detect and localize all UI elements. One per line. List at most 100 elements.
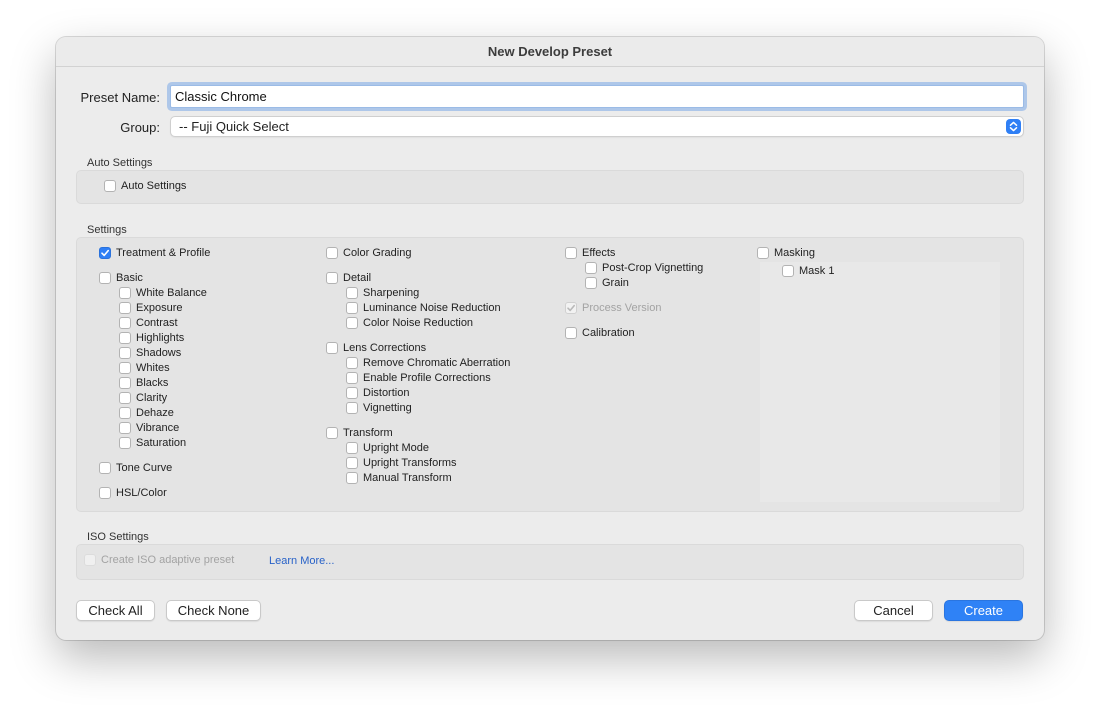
checkbox-manual-transform[interactable]: Manual Transform bbox=[346, 471, 452, 485]
cancel-button[interactable]: Cancel bbox=[854, 600, 933, 621]
check-all-button[interactable]: Check All bbox=[76, 600, 155, 621]
checkbox-box bbox=[346, 372, 358, 384]
group-select[interactable]: -- Fuji Quick Select bbox=[170, 116, 1024, 137]
checkbox-remove-chromatic-aberration[interactable]: Remove Chromatic Aberration bbox=[346, 356, 510, 370]
checkbox-label: Exposure bbox=[136, 302, 183, 314]
checkbox-label: Contrast bbox=[136, 317, 178, 329]
checkbox-box bbox=[84, 554, 96, 566]
checkbox-label: Clarity bbox=[136, 392, 168, 404]
checkbox-label: Treatment & Profile bbox=[116, 247, 211, 259]
checkbox-detail[interactable]: Detail bbox=[326, 271, 371, 285]
checkbox-vignetting[interactable]: Vignetting bbox=[346, 401, 412, 415]
checkbox-masking[interactable]: Masking bbox=[757, 246, 815, 260]
auto-settings-checkbox-label: Auto Settings bbox=[121, 180, 187, 192]
checkbox-box bbox=[326, 272, 338, 284]
checkbox-box bbox=[782, 265, 794, 277]
checkbox-box bbox=[326, 427, 338, 439]
checkbox-box bbox=[99, 247, 111, 259]
check-none-button[interactable]: Check None bbox=[166, 600, 261, 621]
checkbox-luminance-noise-reduction[interactable]: Luminance Noise Reduction bbox=[346, 301, 501, 315]
checkbox-mask-1[interactable]: Mask 1 bbox=[782, 264, 834, 278]
checkbox-contrast[interactable]: Contrast bbox=[119, 316, 178, 330]
checkbox-tone-curve[interactable]: Tone Curve bbox=[99, 461, 172, 475]
checkbox-box bbox=[119, 317, 131, 329]
checkbox-label: Calibration bbox=[582, 327, 635, 339]
checkbox-box bbox=[346, 317, 358, 329]
checkbox-clarity[interactable]: Clarity bbox=[119, 391, 167, 405]
checkbox-box bbox=[346, 357, 358, 369]
checkbox-label: Color Noise Reduction bbox=[363, 317, 474, 329]
checkbox-label: Mask 1 bbox=[799, 265, 835, 277]
checkbox-box bbox=[757, 247, 769, 259]
checkbox-label: Basic bbox=[116, 272, 143, 284]
checkbox-vibrance[interactable]: Vibrance bbox=[119, 421, 179, 435]
checkbox-grain[interactable]: Grain bbox=[585, 276, 629, 290]
checkbox-label: Vignetting bbox=[363, 402, 412, 414]
checkbox-exposure[interactable]: Exposure bbox=[119, 301, 182, 315]
checkbox-whites[interactable]: Whites bbox=[119, 361, 170, 375]
checkbox-process-version: Process Version bbox=[565, 301, 661, 315]
checkbox-transform[interactable]: Transform bbox=[326, 426, 393, 440]
checkbox-box bbox=[99, 272, 111, 284]
checkbox-label: Highlights bbox=[136, 332, 185, 344]
checkbox-box bbox=[326, 247, 338, 259]
checkbox-effects[interactable]: Effects bbox=[565, 246, 615, 260]
checkbox-basic[interactable]: Basic bbox=[99, 271, 143, 285]
checkbox-lens-corrections[interactable]: Lens Corrections bbox=[326, 341, 426, 355]
checkbox-box bbox=[119, 362, 131, 374]
checkbox-label: Transform bbox=[343, 427, 393, 439]
checkbox-sharpening[interactable]: Sharpening bbox=[346, 286, 419, 300]
checkbox-box bbox=[119, 347, 131, 359]
checkbox-color-noise-reduction[interactable]: Color Noise Reduction bbox=[346, 316, 473, 330]
group-select-value: -- Fuji Quick Select bbox=[179, 119, 289, 134]
checkbox-label: White Balance bbox=[136, 287, 207, 299]
checkbox-label: Upright Mode bbox=[363, 442, 430, 454]
checkbox-white-balance[interactable]: White Balance bbox=[119, 286, 207, 300]
masking-panel bbox=[760, 262, 1000, 502]
checkbox-label: Whites bbox=[136, 362, 170, 374]
iso-adaptive-checkbox: Create ISO adaptive preset bbox=[84, 553, 234, 567]
checkbox-label: Upright Transforms bbox=[363, 457, 457, 469]
checkbox-box bbox=[119, 377, 131, 389]
checkbox-post-crop-vignetting[interactable]: Post-Crop Vignetting bbox=[585, 261, 703, 275]
checkbox-label: Tone Curve bbox=[116, 462, 173, 474]
checkbox-label: Enable Profile Corrections bbox=[363, 372, 491, 384]
create-button[interactable]: Create bbox=[944, 600, 1023, 621]
iso-settings-title: ISO Settings bbox=[87, 531, 149, 543]
checkbox-box bbox=[346, 457, 358, 469]
updown-chevron-icon bbox=[1006, 119, 1021, 134]
checkbox-box bbox=[99, 487, 111, 499]
checkbox-label: Lens Corrections bbox=[343, 342, 427, 354]
checkbox-highlights[interactable]: Highlights bbox=[119, 331, 184, 345]
checkmark-icon bbox=[566, 303, 576, 313]
checkbox-label: Post-Crop Vignetting bbox=[602, 262, 704, 274]
learn-more-link[interactable]: Learn More... bbox=[269, 555, 334, 567]
checkbox-saturation[interactable]: Saturation bbox=[119, 436, 186, 450]
checkbox-box bbox=[99, 462, 111, 474]
checkbox-color-grading[interactable]: Color Grading bbox=[326, 246, 411, 260]
checkbox-box bbox=[346, 442, 358, 454]
checkbox-box bbox=[104, 180, 116, 192]
checkbox-distortion[interactable]: Distortion bbox=[346, 386, 409, 400]
checkbox-calibration[interactable]: Calibration bbox=[565, 326, 635, 340]
checkbox-box bbox=[119, 392, 131, 404]
auto-settings-checkbox[interactable]: Auto Settings bbox=[104, 179, 186, 193]
checkbox-treatment-profile[interactable]: Treatment & Profile bbox=[99, 246, 210, 260]
checkbox-upright-mode[interactable]: Upright Mode bbox=[346, 441, 429, 455]
checkbox-blacks[interactable]: Blacks bbox=[119, 376, 168, 390]
checkbox-box bbox=[119, 422, 131, 434]
checkbox-label: Dehaze bbox=[136, 407, 174, 419]
checkbox-label: Blacks bbox=[136, 377, 169, 389]
checkbox-box bbox=[565, 302, 577, 314]
checkbox-label: Process Version bbox=[582, 302, 662, 314]
checkbox-upright-transforms[interactable]: Upright Transforms bbox=[346, 456, 457, 470]
checkbox-hsl-color[interactable]: HSL/Color bbox=[99, 486, 167, 500]
preset-name-input[interactable] bbox=[170, 85, 1024, 108]
checkbox-shadows[interactable]: Shadows bbox=[119, 346, 181, 360]
checkbox-label: Vibrance bbox=[136, 422, 180, 434]
checkbox-box bbox=[119, 332, 131, 344]
checkbox-box bbox=[346, 472, 358, 484]
checkbox-box bbox=[346, 287, 358, 299]
checkbox-enable-profile-corrections[interactable]: Enable Profile Corrections bbox=[346, 371, 491, 385]
checkbox-dehaze[interactable]: Dehaze bbox=[119, 406, 174, 420]
